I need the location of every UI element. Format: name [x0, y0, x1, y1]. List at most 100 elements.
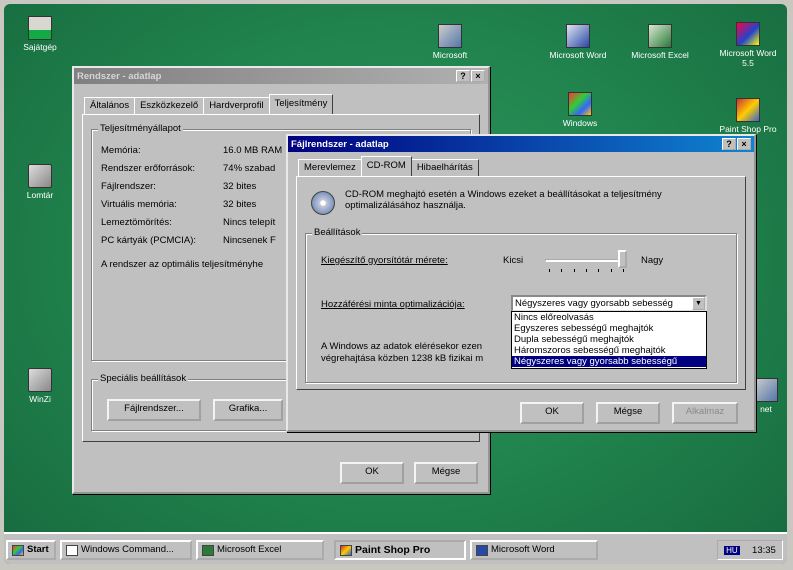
access-pattern-label: Hozzáférési minta optimalizációja: — [321, 299, 465, 310]
advanced-settings-label: Speciális beállítások — [98, 373, 189, 384]
word-icon — [566, 24, 590, 48]
tab-device-manager[interactable]: Eszközkezelő — [134, 97, 205, 114]
chevron-down-icon[interactable]: ▼ — [692, 297, 705, 310]
graphics-button[interactable]: Grafika... — [213, 399, 283, 421]
desktop-icon-word55[interactable]: Microsoft Word 5.5 — [716, 22, 780, 68]
word-icon — [476, 544, 488, 556]
slider-tick — [561, 269, 563, 272]
desktop-icon-winzip[interactable]: WinZi — [8, 368, 72, 404]
help-button[interactable]: ? — [456, 70, 470, 82]
desktop-icon-word[interactable]: Microsoft Word — [546, 24, 610, 60]
cache-size-slider-thumb[interactable] — [618, 250, 627, 268]
access-pattern-label-text: Hozzáférési minta optimalizációja: — [321, 299, 465, 310]
recycle-bin-icon — [28, 164, 52, 188]
windows-logo-icon — [12, 544, 24, 556]
taskbar-item-paint-shop[interactable]: Paint Shop Pro — [334, 540, 466, 560]
tab-hardware-profiles[interactable]: Hardverprofil — [203, 97, 270, 114]
close-button[interactable]: × — [471, 70, 485, 82]
dropdown-option[interactable]: Egyszeres sebességű meghajtók — [512, 323, 706, 334]
desktop-icon-microsoft[interactable]: Microsoft — [418, 24, 482, 60]
tab-hard-disk[interactable]: Merevlemez — [298, 159, 362, 176]
filesystem-apply-button[interactable]: Alkalmaz — [672, 402, 738, 424]
row-value: Nincsenek F — [223, 235, 276, 246]
help-button[interactable]: ? — [722, 138, 736, 150]
slider-tick — [573, 269, 575, 272]
start-button[interactable]: Start — [6, 540, 56, 560]
taskbar-item-label: Microsoft Word — [491, 544, 555, 555]
dropdown-option[interactable]: Nincs előreolvasás — [512, 312, 706, 323]
info-text-line-1: A Windows az adatok elérésekor ezen — [321, 341, 483, 352]
internet-icon — [754, 378, 778, 402]
paint-shop-icon — [736, 98, 760, 122]
desktop-icon-my-computer[interactable]: Sajátgép — [8, 16, 72, 52]
slider-tick — [586, 269, 587, 272]
dropdown-option[interactable]: Négyszeres vagy gyorsabb sebességű — [512, 356, 706, 367]
taskbar-item-label: Windows Command... — [81, 544, 174, 555]
system-status-text: A rendszer az optimális teljesítményhe — [101, 259, 264, 270]
tab-general[interactable]: Általános — [84, 97, 136, 114]
row-value: 74% szabad — [223, 163, 276, 174]
cache-size-slider-track[interactable] — [545, 259, 627, 262]
desktop-icon-recycle-bin[interactable]: Lomtár — [8, 164, 72, 200]
language-indicator[interactable]: HU — [724, 545, 740, 555]
desktop: Sajátgép Lomtár Microsoft Microsoft Word… — [4, 4, 787, 564]
cdrom-panel: CD-ROM meghajtó esetén a Windows ezeket … — [296, 176, 746, 390]
cache-large-label: Nagy — [641, 255, 664, 266]
cache-size-label: Kiegészítő gyorsítótár mérete: — [321, 255, 448, 266]
excel-icon — [648, 24, 672, 48]
taskbar-item-command[interactable]: Windows Command... — [60, 540, 192, 560]
system-ok-button[interactable]: OK — [340, 462, 404, 484]
cdrom-intro-text: CD-ROM meghajtó esetén a Windows ezeket … — [345, 189, 662, 211]
row-label: Lemeztömörítés: — [101, 217, 172, 228]
access-pattern-dropdown: Nincs előreolvasás Egyszeres sebességű m… — [511, 311, 707, 369]
slider-tick — [623, 269, 624, 272]
cache-size-label-text: Kiegészítő gyorsítótár mérete: — [321, 255, 448, 266]
filesystem-cancel-button[interactable]: Mégse — [596, 402, 660, 424]
system-window-title: Rendszer - adatlap — [77, 70, 162, 82]
row-label: PC kártyák (PCMCIA): — [101, 235, 197, 246]
dropdown-option[interactable]: Dupla sebességű meghajtók — [512, 334, 706, 345]
taskbar-item-excel[interactable]: Microsoft Excel — [196, 540, 324, 560]
row-label: Rendszer erőforrások: — [101, 163, 195, 174]
windows-icon — [568, 92, 592, 116]
filesystem-tabs: Merevlemez CD-ROM Hibaelhárítás — [298, 156, 479, 176]
taskbar-item-word[interactable]: Microsoft Word — [470, 540, 598, 560]
computer-icon — [28, 16, 52, 40]
system-tray: HU 13:35 — [717, 540, 783, 560]
filesystem-window-titlebar[interactable]: Fájlrendszer - adatlap ? × — [288, 136, 754, 152]
tab-cdrom[interactable]: CD-ROM — [360, 156, 412, 176]
system-window-titlebar[interactable]: Rendszer - adatlap ? × — [74, 68, 488, 84]
cache-small-label: Kicsi — [503, 255, 524, 266]
dos-icon — [66, 544, 78, 556]
row-value: Nincs telepít — [223, 217, 276, 228]
tab-performance[interactable]: Teljesítmény — [268, 94, 334, 114]
taskbar-item-label: Microsoft Excel — [217, 544, 282, 555]
filesystem-properties-window: Fájlrendszer - adatlap ? × Merevlemez CD… — [286, 134, 756, 432]
excel-icon — [202, 544, 214, 556]
info-text-line-2: végrehajtása közben 1238 kB fizikai m — [321, 353, 484, 364]
filesystem-button[interactable]: Fájlrendszer... — [107, 399, 201, 421]
row-value: 16.0 MB RAM — [223, 145, 283, 156]
desktop-icon-paint-shop[interactable]: Paint Shop Pro — [716, 98, 780, 134]
filesystem-ok-button[interactable]: OK — [520, 402, 584, 424]
system-cancel-button[interactable]: Mégse — [414, 462, 478, 484]
tab-troubleshooting[interactable]: Hibaelhárítás — [410, 159, 479, 176]
close-button[interactable]: × — [737, 138, 751, 150]
row-value: 32 bites — [223, 181, 257, 192]
dropdown-option[interactable]: Háromszoros sebességű meghajtók — [512, 345, 706, 356]
system-tabs: Általános Eszközkezelő Hardverprofil Tel… — [84, 94, 334, 114]
taskbar: Start Windows Command... Microsoft Excel… — [4, 532, 787, 564]
cdrom-icon — [311, 191, 335, 215]
clock[interactable]: 13:35 — [752, 545, 776, 556]
slider-tick — [549, 269, 550, 272]
network-icon — [438, 24, 462, 48]
slider-tick — [610, 269, 612, 272]
access-pattern-select[interactable]: Négyszeres vagy gyorsabb sebesség ▼ — [511, 295, 707, 312]
desktop-icon-windows[interactable]: Windows — [548, 92, 612, 128]
taskbar-item-label: Paint Shop Pro — [355, 544, 431, 556]
slider-tick — [598, 269, 600, 272]
desktop-icon-excel[interactable]: Microsoft Excel — [628, 24, 692, 60]
word55-icon — [736, 22, 760, 46]
row-label: Memória: — [101, 145, 141, 156]
row-label: Virtuális memória: — [101, 199, 177, 210]
